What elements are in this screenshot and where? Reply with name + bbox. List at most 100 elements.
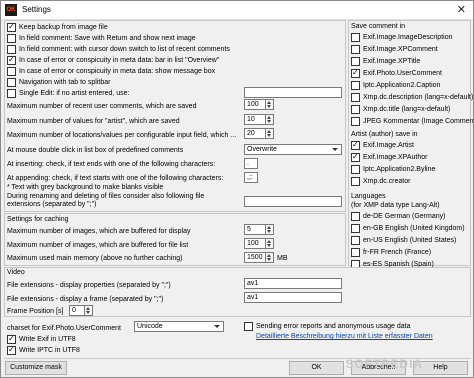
checkbox-label: In case of error or conspicuity in meta …: [19, 57, 220, 64]
video-title: Video: [7, 269, 25, 276]
checkbox[interactable]: [351, 248, 360, 257]
checkbox-label: Xmp.dc.description (lang=x-default): [363, 94, 474, 101]
artist-values-spinner[interactable]: [266, 114, 274, 125]
checkbox[interactable]: [351, 177, 360, 186]
frame-position-label: Frame Position [s]: [7, 308, 64, 315]
checkbox-label: Exif.Image.ImageDescription: [363, 34, 453, 41]
checkbox[interactable]: [7, 55, 16, 65]
softpedia-watermark: SOFTPEDIA: [345, 357, 423, 371]
buffer-display-spinner[interactable]: [266, 224, 274, 235]
checkbox[interactable]: [351, 117, 360, 126]
caching-title: Settings for caching: [7, 216, 69, 223]
checkbox[interactable]: [351, 140, 360, 150]
buffer-display-label: Maximum number of images, which are buff…: [7, 228, 191, 235]
checkbox[interactable]: [7, 34, 16, 43]
checkbox[interactable]: [351, 224, 360, 233]
checkbox-label: Single Edit: if no artist entered, use:: [19, 90, 130, 97]
checkbox[interactable]: [7, 334, 16, 344]
languages-title: Languages: [351, 193, 386, 200]
checkbox[interactable]: [351, 33, 360, 42]
checkbox-label: In field comment: with cursor down switc…: [19, 46, 230, 53]
checkbox[interactable]: [351, 68, 360, 78]
recent-comments-spinner[interactable]: [266, 99, 274, 110]
checkbox[interactable]: [244, 322, 253, 331]
checkbox-label: de-DE German (Germany): [363, 213, 446, 220]
appending-label: At appending: check, if text starts with…: [7, 175, 224, 182]
checkbox[interactable]: [7, 67, 16, 76]
checkbox[interactable]: [351, 57, 360, 66]
buffer-filelist-spinner[interactable]: [266, 238, 274, 249]
checkbox-label: Navigation with tab to splitbar: [19, 79, 111, 86]
renaming-extensions-input[interactable]: [244, 196, 342, 207]
app-logo-icon: OK: [5, 4, 17, 16]
checkbox[interactable]: [351, 165, 360, 174]
recent-comments-input[interactable]: 100: [244, 99, 266, 110]
ok-button[interactable]: OK: [289, 361, 344, 375]
checkbox[interactable]: [7, 22, 16, 32]
title-bar: OK Settings ✕: [1, 1, 473, 20]
max-memory-input[interactable]: 1500: [244, 252, 266, 263]
buffer-filelist-input[interactable]: 100: [244, 238, 266, 249]
charset-select[interactable]: Unicode: [134, 321, 224, 332]
close-icon[interactable]: ✕: [457, 3, 466, 17]
video-frame-label: File extensions - display a frame (separ…: [7, 296, 164, 303]
checkbox[interactable]: [351, 236, 360, 245]
checkbox-label: In field comment: Save with Return and s…: [19, 35, 196, 42]
checkbox-label: Xmp.dc.title (lang=x-default): [363, 106, 451, 113]
checkbox[interactable]: [351, 81, 360, 90]
checkbox[interactable]: [7, 345, 16, 355]
default-artist-input[interactable]: [244, 87, 342, 98]
checkbox-label: en-GB English (United Kingdom): [363, 225, 465, 232]
checkbox-label: Xmp.dc.creator: [363, 178, 411, 185]
checkbox[interactable]: [7, 78, 16, 87]
checkbox-label: Exif.Image.XPTitle: [363, 58, 421, 65]
video-frame-input[interactable]: av1: [244, 292, 342, 303]
charset-label: charset for Exif.Photo.UserComment: [7, 325, 121, 332]
renaming-label: During renaming and deleting of files co…: [7, 193, 205, 208]
video-props-label: File extensions - display properties (se…: [7, 282, 171, 289]
window-title: Settings: [22, 5, 51, 14]
checkbox-label: en-US English (United States): [363, 237, 457, 244]
artist-values-input[interactable]: 10: [244, 114, 266, 125]
frame-position-spinner[interactable]: [85, 305, 93, 316]
checkbox[interactable]: [351, 93, 360, 102]
checkbox-label: Exif.Photo.UserComment: [363, 70, 442, 77]
checkbox-label: Sending error reports and anonymous usag…: [256, 323, 411, 330]
artist-save-title: Artist (author) save in: [351, 131, 418, 138]
checkbox-label: Write IPTC in UTF8: [19, 347, 80, 354]
charset-value: Unicode: [137, 323, 163, 330]
locations-values-spinner[interactable]: [266, 128, 274, 139]
checkbox[interactable]: [351, 105, 360, 114]
checkbox[interactable]: [351, 212, 360, 221]
locations-values-label: Maximum number of locations/values per c…: [7, 132, 237, 139]
inserting-chars-input[interactable]: .: [244, 158, 258, 169]
save-comment-title: Save comment in: [351, 23, 406, 30]
checkbox-label: In case of error or conspicuity in meta …: [19, 68, 216, 75]
checkbox[interactable]: [351, 152, 360, 162]
appending-chars-input[interactable]: ,;:: [244, 172, 258, 183]
checkbox[interactable]: [7, 89, 16, 98]
chevron-down-icon: [332, 148, 338, 151]
checkbox[interactable]: [351, 45, 360, 54]
buffer-display-input[interactable]: 5: [244, 224, 266, 235]
data-description-link[interactable]: Detaillierte Beschreibung hierzu mit Lis…: [256, 332, 433, 341]
double-click-select[interactable]: Overwrite: [244, 144, 342, 155]
checkbox-label: Exif.Image.Artist: [363, 142, 414, 149]
chevron-down-icon: [214, 325, 220, 328]
max-memory-label: Maximum used main memory (above no furth…: [7, 255, 183, 262]
grey-background-note: * Text with grey background to make blan…: [7, 184, 164, 191]
artist-values-label: Maximum number of values for "artist", w…: [7, 118, 180, 125]
double-click-value: Overwrite: [247, 146, 277, 153]
locations-values-input[interactable]: 20: [244, 128, 266, 139]
customize-mask-button[interactable]: Customize mask: [5, 361, 67, 375]
checkbox-label: JPEG Kommentar (Image Comment): [363, 118, 474, 125]
frame-position-input[interactable]: 0: [69, 305, 85, 316]
checkbox-label: fr-FR French (France): [363, 249, 432, 256]
checkbox[interactable]: [7, 45, 16, 54]
max-memory-spinner[interactable]: [266, 252, 274, 263]
memory-unit: MB: [277, 255, 288, 262]
checkbox-label: Iptc.Application2.Byline: [363, 166, 436, 173]
double-click-label: At mouse double click in list box of pre…: [7, 147, 184, 154]
checkbox-label: Exif.Image.XPComment: [363, 46, 438, 53]
video-props-input[interactable]: av1: [244, 278, 342, 289]
